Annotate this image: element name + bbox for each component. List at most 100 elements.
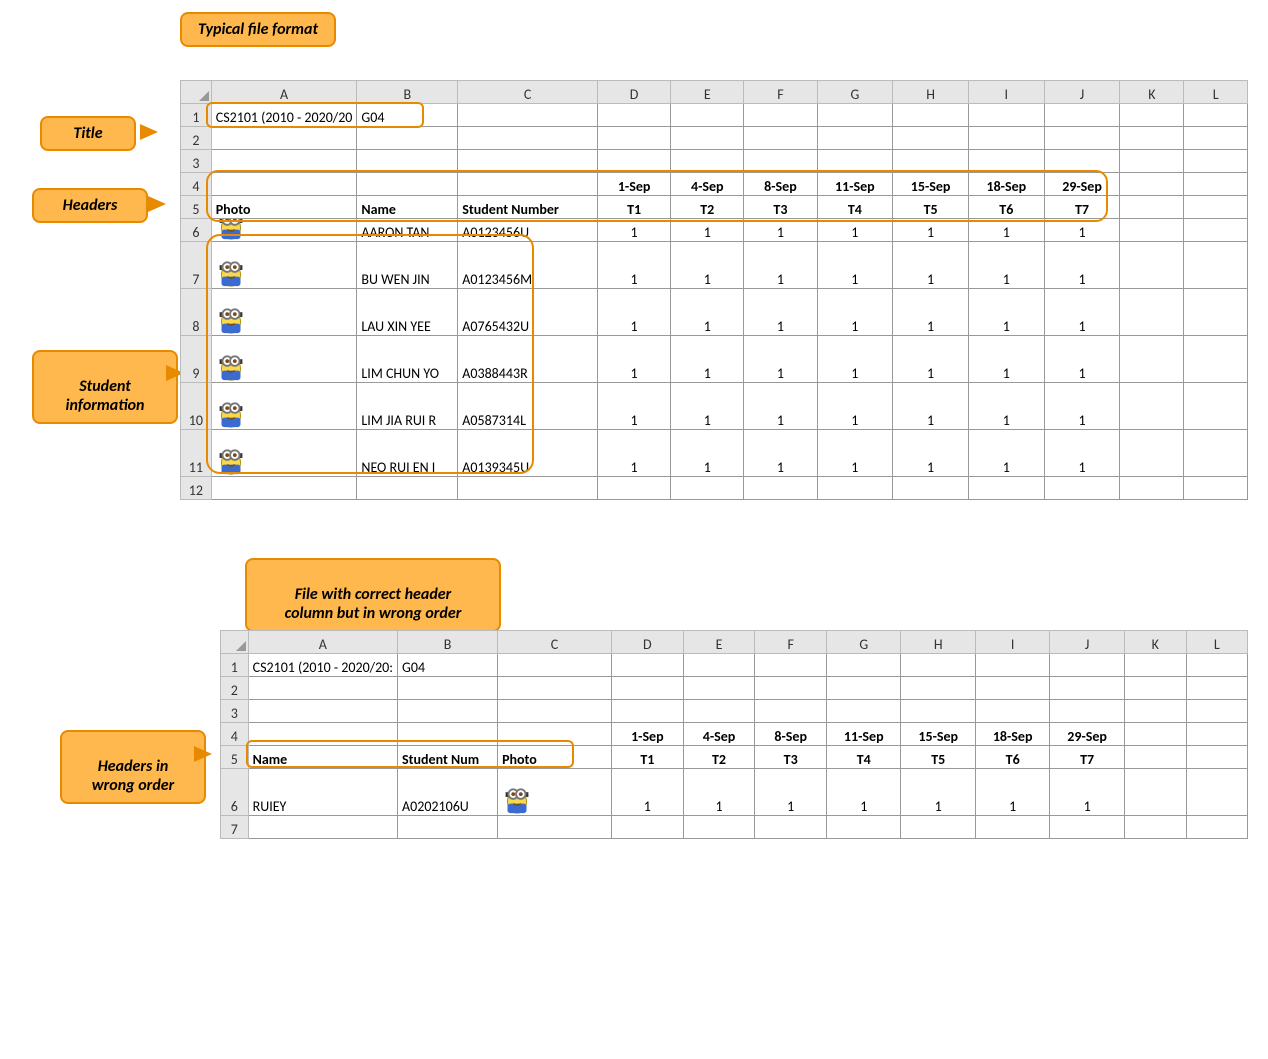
cell-header[interactable]: T3 — [755, 746, 827, 769]
cell[interactable] — [1186, 769, 1247, 816]
cell-value[interactable]: 1 — [827, 769, 901, 816]
cell[interactable] — [1186, 677, 1247, 700]
col-header[interactable]: G — [817, 81, 893, 104]
cell[interactable] — [398, 677, 498, 700]
cell-header[interactable]: T1 — [598, 196, 671, 219]
cell[interactable] — [1184, 242, 1248, 289]
cell-sid[interactable]: A0587314L — [458, 383, 598, 430]
cell[interactable] — [1184, 196, 1248, 219]
cell[interactable] — [248, 677, 397, 700]
cell-value[interactable]: 1 — [598, 430, 671, 477]
cell-sid[interactable]: A0123456M — [458, 242, 598, 289]
row-header[interactable]: 1 — [221, 654, 249, 677]
cell-date[interactable]: 1-Sep — [612, 723, 684, 746]
cell-value[interactable]: 1 — [671, 242, 744, 289]
cell-header[interactable]: T5 — [893, 196, 969, 219]
cell-photo[interactable] — [211, 219, 357, 242]
cell[interactable] — [1184, 289, 1248, 336]
cell-value[interactable]: 1 — [1044, 430, 1120, 477]
cell[interactable] — [901, 677, 975, 700]
cell[interactable] — [1120, 219, 1184, 242]
col-header[interactable]: B — [398, 631, 498, 654]
cell[interactable] — [1120, 150, 1184, 173]
row-header[interactable]: 4 — [181, 173, 212, 196]
cell[interactable] — [211, 150, 357, 173]
cell-value[interactable]: 1 — [683, 769, 755, 816]
cell[interactable] — [827, 700, 901, 723]
cell[interactable] — [683, 700, 755, 723]
cell[interactable] — [1124, 746, 1186, 769]
cell[interactable] — [744, 104, 817, 127]
cell[interactable] — [755, 700, 827, 723]
cell-value[interactable]: 1 — [893, 289, 969, 336]
cell-header[interactable]: T1 — [612, 746, 684, 769]
cell-value[interactable]: 1 — [1044, 383, 1120, 430]
cell[interactable] — [893, 127, 969, 150]
cell-date[interactable]: 11-Sep — [817, 173, 893, 196]
row-header[interactable]: 2 — [221, 677, 249, 700]
cell[interactable] — [975, 677, 1049, 700]
cell-sid[interactable]: A0388443R — [458, 336, 598, 383]
cell[interactable] — [893, 150, 969, 173]
cell-value[interactable]: 1 — [817, 336, 893, 383]
cell[interactable] — [498, 654, 612, 677]
cell[interactable] — [893, 104, 969, 127]
cell-photo[interactable] — [211, 289, 357, 336]
cell-sid[interactable]: A0765432U — [458, 289, 598, 336]
cell-photo[interactable] — [211, 336, 357, 383]
cell[interactable] — [817, 127, 893, 150]
cell[interactable] — [1186, 700, 1247, 723]
cell[interactable] — [1186, 746, 1247, 769]
cell-value[interactable]: 1 — [755, 769, 827, 816]
cell-value[interactable]: 1 — [598, 289, 671, 336]
cell[interactable]: G04 — [398, 654, 498, 677]
cell-name[interactable]: LIM JIA RUI R — [357, 383, 458, 430]
col-header[interactable]: G — [827, 631, 901, 654]
cell-photo[interactable] — [211, 430, 357, 477]
row-header[interactable]: 3 — [181, 150, 212, 173]
cell[interactable] — [248, 700, 397, 723]
cell[interactable] — [458, 173, 598, 196]
cell-header[interactable]: Photo — [211, 196, 357, 219]
cell-name[interactable]: NEO RUI EN I — [357, 430, 458, 477]
cell-value[interactable]: 1 — [744, 219, 817, 242]
cell[interactable] — [1124, 677, 1186, 700]
cell-value[interactable]: 1 — [671, 219, 744, 242]
cell[interactable] — [248, 816, 397, 839]
cell[interactable] — [1120, 104, 1184, 127]
cell-sid[interactable]: A0202106U — [398, 769, 498, 816]
cell[interactable] — [975, 816, 1049, 839]
cell[interactable] — [398, 723, 498, 746]
cell-date[interactable]: 29-Sep — [1044, 173, 1120, 196]
cell[interactable] — [1120, 289, 1184, 336]
cell-photo[interactable] — [498, 769, 612, 816]
cell-value[interactable]: 1 — [968, 289, 1044, 336]
cell[interactable] — [683, 677, 755, 700]
cell[interactable] — [1184, 127, 1248, 150]
row-header[interactable]: 6 — [221, 769, 249, 816]
cell[interactable] — [827, 677, 901, 700]
cell[interactable] — [1124, 769, 1186, 816]
cell-header[interactable]: Name — [248, 746, 397, 769]
cell-name[interactable]: RUIEY — [248, 769, 397, 816]
cell-date[interactable]: 8-Sep — [744, 173, 817, 196]
cell-value[interactable]: 1 — [671, 383, 744, 430]
cell-date[interactable]: 1-Sep — [598, 173, 671, 196]
col-header[interactable]: H — [893, 81, 969, 104]
cell-photo[interactable] — [211, 242, 357, 289]
cell-value[interactable]: 1 — [817, 289, 893, 336]
cell[interactable] — [598, 127, 671, 150]
col-header[interactable]: F — [744, 81, 817, 104]
cell-value[interactable]: 1 — [1044, 242, 1120, 289]
cell[interactable] — [357, 150, 458, 173]
cell-header[interactable]: T6 — [975, 746, 1049, 769]
cell-value[interactable]: 1 — [612, 769, 684, 816]
cell[interactable] — [1184, 219, 1248, 242]
cell[interactable] — [1186, 723, 1247, 746]
row-header[interactable]: 3 — [221, 700, 249, 723]
cell[interactable] — [755, 677, 827, 700]
cell-date[interactable]: 15-Sep — [893, 173, 969, 196]
cell-value[interactable]: 1 — [893, 242, 969, 289]
cell-value[interactable]: 1 — [1044, 289, 1120, 336]
cell[interactable] — [1120, 336, 1184, 383]
